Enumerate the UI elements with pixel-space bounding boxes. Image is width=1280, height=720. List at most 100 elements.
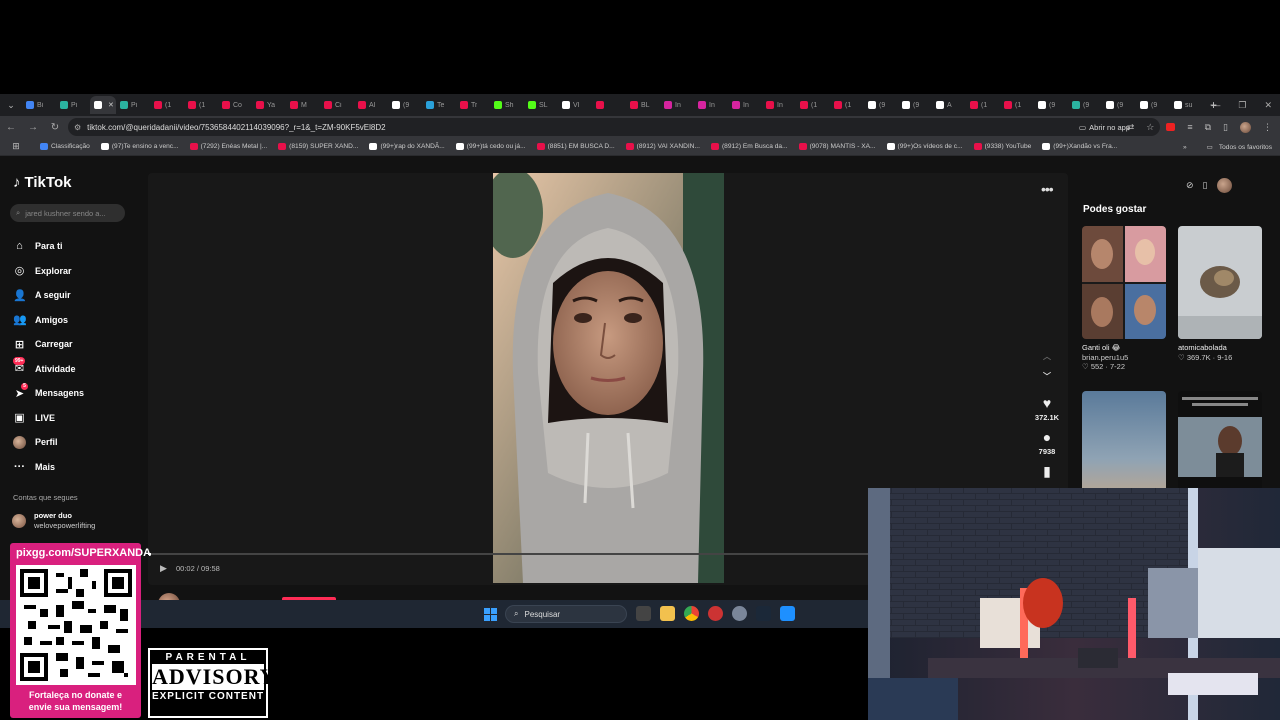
obs-icon[interactable] xyxy=(708,606,723,621)
browser-tab[interactable]: A xyxy=(932,96,966,114)
browser-tab[interactable]: BL xyxy=(626,96,660,114)
suggestion-card[interactable]: atomicabolada ♡ 369.7K · 9-16 xyxy=(1178,226,1262,362)
browser-tab[interactable]: Ya xyxy=(252,96,286,114)
browser-tab[interactable] xyxy=(592,96,626,114)
bookmark-item[interactable]: (99+)Xandão vs Fra... xyxy=(1042,143,1117,150)
browser-tab[interactable]: Sh xyxy=(490,96,524,114)
video-progress-bar[interactable] xyxy=(148,553,868,555)
sidebar-icon[interactable]: ▯ xyxy=(1223,122,1228,133)
extensions-icon[interactable]: ⧉ xyxy=(1205,122,1211,133)
browser-tab[interactable]: (1 xyxy=(184,96,218,114)
browser-tab[interactable]: In xyxy=(660,96,694,114)
sidebar-item-mensagens[interactable]: ➤ 5 Mensagens xyxy=(13,381,133,406)
reload-icon[interactable]: ↻ xyxy=(44,122,66,133)
sidebar-item-atividade[interactable]: ✉ 99+ Atividade xyxy=(13,356,133,382)
search-input[interactable]: ⌕ jared kushner sendo a... xyxy=(10,204,125,222)
forward-icon[interactable]: → xyxy=(22,122,44,133)
chrome-icon[interactable] xyxy=(684,606,699,621)
browser-tab[interactable]: SL xyxy=(524,96,558,114)
close-tab-icon[interactable]: ✕ xyxy=(108,101,114,109)
browser-tab[interactable]: Tr xyxy=(456,96,490,114)
star-icon[interactable]: ☆ xyxy=(1146,122,1154,133)
bookmark-icon[interactable]: ▮ xyxy=(1043,463,1051,480)
video-frame[interactable] xyxy=(493,173,724,583)
browser-tab[interactable]: Ci xyxy=(320,96,354,114)
close-icon[interactable]: ✕ xyxy=(1264,100,1272,111)
bookmark-item[interactable]: (8912) VAI XANDIN... xyxy=(625,143,700,150)
play-icon[interactable]: ▶ xyxy=(160,563,167,574)
sidebar-item-live[interactable]: ▣ LIVE xyxy=(13,406,133,431)
tab-search-chevron-icon[interactable]: ⌄ xyxy=(0,100,22,111)
more-options-icon[interactable]: ••• xyxy=(1041,181,1054,197)
user-avatar[interactable] xyxy=(1216,178,1232,193)
browser-tab[interactable]: (1 xyxy=(796,96,830,114)
bookmark-item[interactable]: (99+)Os vídeos de c... xyxy=(886,143,963,150)
app-icon[interactable] xyxy=(780,606,795,621)
bookmark-item[interactable]: (7292) Enéas Metal |... xyxy=(189,143,267,150)
menu-icon[interactable]: ⋮ xyxy=(1263,122,1272,133)
browser-tab[interactable]: Pi xyxy=(116,96,150,114)
browser-tab[interactable]: (9 xyxy=(898,96,932,114)
browser-tab[interactable]: (1 xyxy=(966,96,1000,114)
media-icon[interactable]: ≡ xyxy=(1187,122,1192,132)
file-explorer-icon[interactable] xyxy=(660,606,675,621)
address-bar[interactable]: ⚙ tiktok.com/@queridadanii/video/7536584… xyxy=(68,118,1160,136)
bookmark-item[interactable]: (9078) MANTIS - XA... xyxy=(798,143,876,150)
browser-tab[interactable]: (9 xyxy=(1136,96,1170,114)
browser-tab[interactable]: su xyxy=(1170,96,1204,114)
minimize-icon[interactable]: — xyxy=(1211,100,1220,110)
sidebar-item-perfil[interactable]: Perfil xyxy=(13,430,133,455)
browser-tab[interactable]: (9 xyxy=(1102,96,1136,114)
bookmark-item[interactable]: (97)Te ensino a venc... xyxy=(100,143,179,150)
sidebar-item-a-seguir[interactable]: 👤 A seguir xyxy=(13,283,133,308)
browser-tab[interactable]: In xyxy=(762,96,796,114)
bookmark-item[interactable]: (9338) YouTube xyxy=(973,143,1031,150)
settings-icon[interactable] xyxy=(732,606,747,621)
sidebar-item-para-ti[interactable]: ⌂ Para ti xyxy=(13,234,133,259)
browser-tab[interactable]: Te xyxy=(422,96,456,114)
maximize-icon[interactable]: ❐ xyxy=(1238,100,1246,111)
browser-tab[interactable]: In xyxy=(694,96,728,114)
browser-tab[interactable]: (1 xyxy=(150,96,184,114)
browser-tab[interactable]: VI xyxy=(558,96,592,114)
comment-icon[interactable]: ● xyxy=(1043,429,1051,445)
browser-tab[interactable]: Al xyxy=(354,96,388,114)
suggestion-thumbnail[interactable] xyxy=(1082,226,1166,339)
bookmark-item[interactable]: (99+)rap do XANDÃ... xyxy=(369,143,445,150)
windows-start-icon[interactable] xyxy=(484,608,497,621)
translate-icon[interactable]: ⇄ xyxy=(1127,122,1135,133)
bookmark-item[interactable]: (8851) EM BUSCA D... xyxy=(536,143,615,150)
site-info-icon[interactable]: ⚙ xyxy=(74,123,81,132)
youtube-extension-icon[interactable] xyxy=(1166,123,1176,131)
bookmark-item[interactable]: Classificação xyxy=(40,143,90,150)
sidebar-item-explorar[interactable]: ◎ Explorar xyxy=(13,259,133,284)
coin-icon[interactable]: ⊘ xyxy=(1186,180,1194,191)
browser-tab[interactable]: (1 xyxy=(1000,96,1034,114)
bookmark-item[interactable]: (99+)tá cedo ou já... xyxy=(455,143,526,150)
suggestion-thumbnail[interactable] xyxy=(1178,226,1262,339)
sidebar-item-mais[interactable]: ··· Mais xyxy=(13,455,133,480)
following-item[interactable]: power duo welovepowerlifting xyxy=(12,511,95,531)
browser-tab[interactable]: (9 xyxy=(864,96,898,114)
browser-tab[interactable]: In xyxy=(728,96,762,114)
apps-grid-icon[interactable]: ⊞ xyxy=(6,141,26,152)
sidebar-item-amigos[interactable]: 👥 Amigos xyxy=(13,308,133,333)
chevron-down-icon[interactable]: ﹀ xyxy=(1043,371,1051,391)
browser-tab[interactable]: M xyxy=(286,96,320,114)
suggestion-author[interactable]: brian.peru1u5 xyxy=(1082,353,1166,362)
steam-icon[interactable] xyxy=(756,606,771,621)
suggestion-card[interactable]: Ganti oli 😂 brian.peru1u5 ♡ 552 · 7-22 xyxy=(1082,226,1166,371)
chevron-up-icon[interactable]: ︿ xyxy=(1043,351,1051,371)
browser-tab[interactable]: Pi xyxy=(56,96,90,114)
profile-avatar[interactable] xyxy=(1240,121,1251,133)
url-text[interactable]: tiktok.com/@queridadanii/video/753658440… xyxy=(87,123,385,132)
browser-tab[interactable]: (9 xyxy=(1068,96,1102,114)
chevron-right-icon[interactable]: » xyxy=(1183,144,1187,151)
browser-tab[interactable]: (9 xyxy=(388,96,422,114)
browser-tab[interactable]: Co xyxy=(218,96,252,114)
phone-icon[interactable]: ▯ xyxy=(1203,180,1208,191)
bookmark-item[interactable]: (8912) Em Busca da... xyxy=(710,143,788,150)
all-favorites[interactable]: » ▭ Todos os favoritos xyxy=(1183,138,1272,156)
tab-active[interactable]: ✕ xyxy=(90,96,116,114)
back-icon[interactable]: ← xyxy=(0,122,22,133)
